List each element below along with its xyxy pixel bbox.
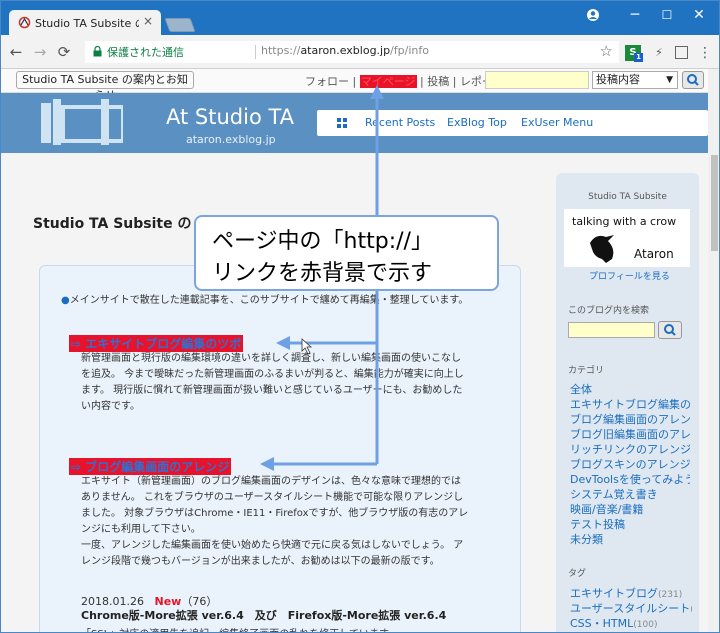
arrow-head-left-icon (276, 336, 290, 350)
arrow-head-left-icon (260, 457, 274, 471)
mouse-cursor-icon (301, 338, 313, 355)
arrow-head-up-icon (370, 85, 384, 99)
callout-line-1: ページ中の「http://」 (212, 229, 433, 254)
annotation-arrows (260, 85, 384, 471)
browser-window: Studio TA Subsite の案内 × ─ ☐ ✕ ← → ⟳ 保護され… (0, 0, 720, 633)
callout-line-2: リンクを赤背景で示す (212, 261, 433, 286)
annotation-callout: ページ中の「http://」 リンクを赤背景で示す (194, 215, 499, 291)
